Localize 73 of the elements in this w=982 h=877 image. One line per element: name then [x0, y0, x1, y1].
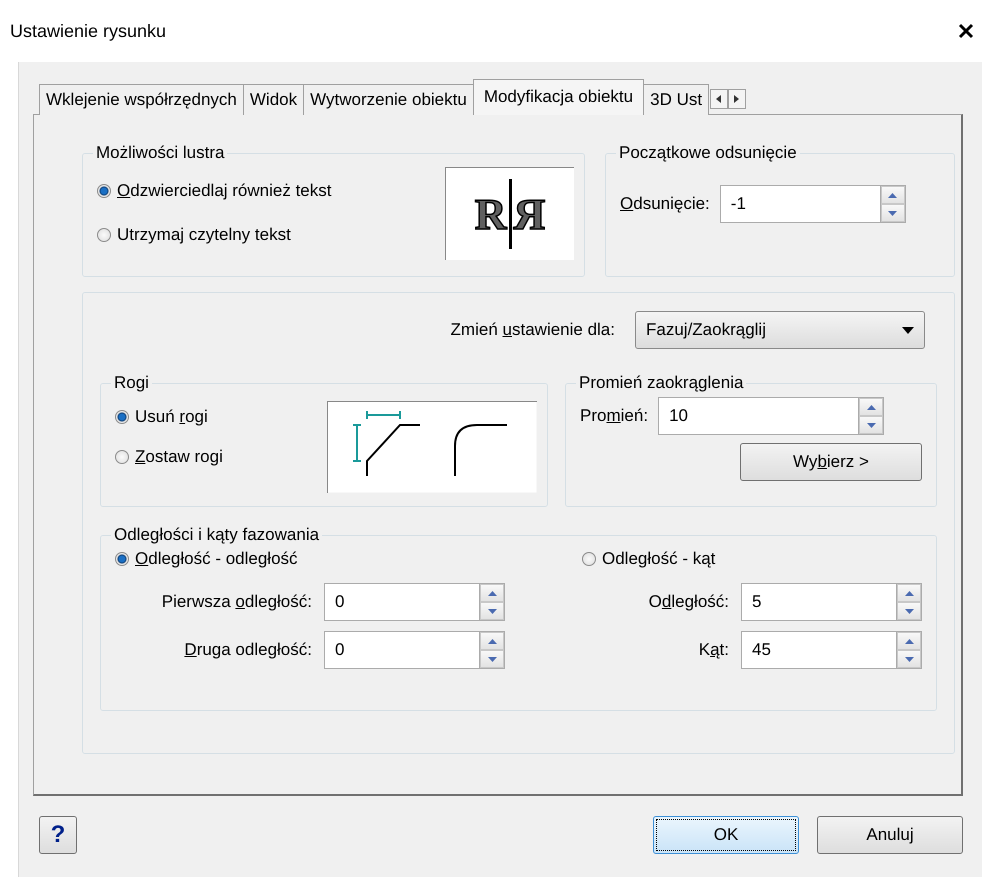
radio-label: Zostaw rogi	[135, 447, 223, 467]
spin-up-button[interactable]	[897, 632, 921, 650]
group-title: Promień zaokrąglenia	[578, 373, 744, 393]
tab[interactable]: Widok	[242, 84, 304, 115]
up-arrow-icon	[904, 590, 914, 596]
ok-button[interactable]: OK	[653, 816, 799, 854]
field-label: Odsunięcie:	[620, 194, 710, 214]
group-title: Początkowe odsunięcie	[618, 143, 798, 163]
cancel-button[interactable]: Anuluj	[817, 816, 963, 854]
down-arrow-icon	[904, 656, 914, 662]
field-label: Kąt:	[698, 640, 729, 660]
close-icon[interactable]	[958, 23, 974, 39]
spin-down-button[interactable]	[859, 416, 884, 434]
pick-button[interactable]: Wybierz >	[740, 443, 922, 481]
spin-up-button[interactable]	[897, 584, 921, 602]
number-field[interactable]: 0	[324, 583, 479, 621]
number-field[interactable]: 10	[658, 397, 858, 435]
tab[interactable]: 3D Ust	[643, 84, 710, 115]
radio-button[interactable]	[115, 450, 129, 464]
group-title: Możliwości lustra	[95, 143, 226, 163]
up-arrow-icon	[488, 638, 496, 644]
up-arrow-icon	[888, 192, 898, 198]
spin-up-button[interactable]	[859, 398, 884, 416]
down-arrow-icon	[888, 210, 898, 216]
field-label: Odległość:	[648, 592, 729, 612]
radio-label: Utrzymaj czytelny tekst	[117, 225, 291, 245]
up-arrow-icon	[866, 404, 876, 410]
caret-icon	[902, 326, 914, 334]
radio-button[interactable]	[582, 552, 596, 566]
radio-option[interactable]: Usuń rogi	[115, 407, 223, 427]
tab[interactable]: Modyfikacja obiektu	[472, 79, 644, 115]
spin-up-button[interactable]	[480, 632, 504, 650]
group-title: Rogi	[113, 373, 150, 393]
help-button[interactable]: ?	[39, 816, 77, 854]
radio-option[interactable]: Zostaw rogi	[115, 447, 223, 467]
number-field[interactable]: 0	[324, 631, 479, 669]
window-title: Ustawienie rysunku	[10, 20, 166, 42]
spin-up-button[interactable]	[480, 584, 504, 602]
down-arrow-icon	[488, 656, 496, 662]
spin-down-button[interactable]	[480, 650, 504, 668]
field-label: Druga odległość:	[184, 640, 312, 660]
spin-down-button[interactable]	[880, 204, 905, 222]
field-label: Pierwsza odległość:	[162, 592, 312, 612]
radio-button[interactable]	[115, 410, 129, 424]
field-label: Promień:	[580, 406, 648, 426]
preview-letter: R	[474, 188, 506, 240]
combo-label: Zmień ustawienie dla:	[450, 320, 615, 340]
radio-button[interactable]	[97, 228, 111, 242]
spin-up-button[interactable]	[880, 186, 905, 204]
down-arrow-icon	[866, 422, 876, 428]
spin-down-button[interactable]	[897, 602, 921, 620]
radio-label: Usuń rogi	[135, 407, 208, 427]
left-arrow-icon	[716, 95, 722, 103]
dropdown[interactable]: Fazuj/Zaokrąglij	[635, 311, 925, 349]
spin-down-button[interactable]	[897, 650, 921, 668]
preview-letter: Я	[514, 188, 546, 240]
right-arrow-icon	[734, 95, 740, 103]
number-field[interactable]: -1	[720, 185, 880, 223]
scroll-right-button[interactable]	[728, 89, 746, 109]
number-field[interactable]: 45	[741, 631, 896, 669]
radio-button[interactable]	[115, 552, 129, 566]
number-field[interactable]: 5	[741, 583, 896, 621]
radio-button[interactable]	[97, 184, 111, 198]
group-title: Odległości i kąty fazowania	[113, 525, 320, 545]
up-arrow-icon	[904, 638, 914, 644]
scroll-left-button[interactable]	[710, 89, 728, 109]
down-arrow-icon	[904, 608, 914, 614]
tab[interactable]: Wklejenie współrzędnych	[39, 84, 244, 115]
up-arrow-icon	[488, 590, 496, 596]
spin-down-button[interactable]	[480, 602, 504, 620]
tab[interactable]: Wytworzenie obiektu	[303, 84, 474, 115]
down-arrow-icon	[488, 608, 496, 614]
radio-option[interactable]: Utrzymaj czytelny tekst	[97, 225, 332, 245]
